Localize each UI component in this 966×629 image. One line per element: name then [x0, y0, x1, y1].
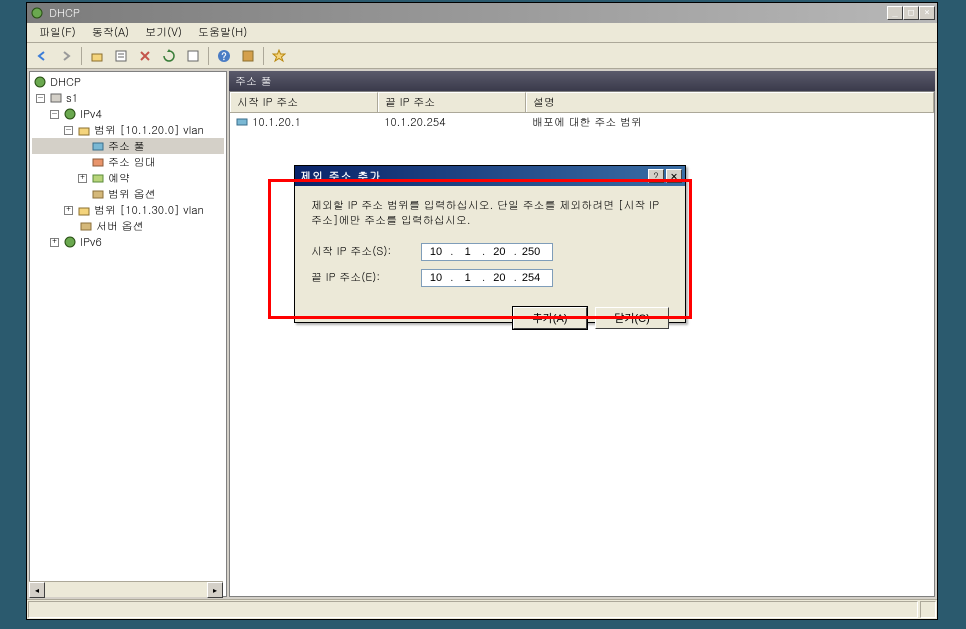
start-ip-octet2[interactable] [454, 244, 482, 260]
add-button[interactable]: 추가(A) [513, 307, 587, 329]
tree-ipv6[interactable]: + IPv6 [32, 234, 224, 250]
export-button[interactable] [182, 45, 204, 67]
cell-end-ip: 10.1.20.254 [378, 114, 526, 131]
scope-icon [76, 123, 92, 137]
cell-start-ip: 10.1.20.1 [252, 115, 301, 130]
expand-icon[interactable]: + [50, 238, 59, 247]
tree-server-options[interactable]: 서버 옵션 [32, 218, 224, 234]
dhcp-icon [32, 75, 48, 89]
toolbar: ? [27, 43, 937, 69]
start-ip-octet3[interactable] [485, 244, 513, 260]
star-button[interactable] [268, 45, 290, 67]
expand-icon[interactable]: + [78, 174, 87, 183]
svg-text:?: ? [221, 49, 226, 63]
end-ip-octet1[interactable] [422, 270, 450, 286]
menu-view[interactable]: 보기(V) [137, 23, 190, 42]
options-icon [90, 187, 106, 201]
server-icon [48, 91, 64, 105]
tree-pool[interactable]: 주소 풀 [32, 138, 224, 154]
start-ip-octet4[interactable] [517, 244, 545, 260]
tree-reservation[interactable]: + 예약 [32, 170, 224, 186]
status-cell [28, 601, 918, 618]
list-row[interactable]: 10.1.20.1 10.1.20.254 배포에 대한 주소 범위 [230, 113, 934, 132]
tree-scope1[interactable]: − 범위 [10.1.20.0] vlan [32, 122, 224, 138]
up-button[interactable] [86, 45, 108, 67]
server-options-icon [78, 219, 94, 233]
tree-options[interactable]: 범위 옵션 [32, 186, 224, 202]
dialog-title-bar[interactable]: 제외 주소 추가 ? × [295, 166, 685, 186]
list-header: 주소 풀 [229, 71, 935, 91]
ipv4-icon [62, 107, 78, 121]
end-ip-octet3[interactable] [485, 270, 513, 286]
menu-help[interactable]: 도움말(H) [190, 23, 255, 42]
reservation-icon [90, 171, 106, 185]
expand-icon[interactable]: + [64, 206, 73, 215]
dialog-close-button[interactable]: × [666, 169, 682, 183]
scroll-right[interactable]: ▸ [207, 582, 223, 597]
tree-scope2[interactable]: + 범위 [10.1.30.0] vlan [32, 202, 224, 218]
tree-server[interactable]: − s1 [32, 90, 224, 106]
end-ip-octet4[interactable] [517, 270, 545, 286]
add-exclusion-dialog: 제외 주소 추가 ? × 제외할 IP 주소 범위를 입력하십시오. 단일 주소… [294, 165, 686, 323]
start-ip-octet1[interactable] [422, 244, 450, 260]
lease-icon [90, 155, 106, 169]
start-ip-label: 시작 IP 주소(S): [311, 244, 421, 259]
app-icon [29, 5, 45, 21]
tree-lease[interactable]: 주소 임대 [32, 154, 224, 170]
col-desc[interactable]: 설명 [526, 92, 934, 112]
status-bar [27, 599, 937, 619]
refresh-button[interactable] [158, 45, 180, 67]
ipv6-icon [62, 235, 78, 249]
status-grip [920, 601, 936, 618]
pool-icon [90, 139, 106, 153]
properties-button[interactable] [110, 45, 132, 67]
close-button[interactable]: 닫기(C) [595, 307, 669, 329]
window-title: DHCP [49, 6, 887, 21]
cell-desc: 배포에 대한 주소 범위 [526, 114, 934, 131]
end-ip-label: 끝 IP 주소(E): [311, 270, 421, 285]
tree-view[interactable]: DHCP − s1 − IPv4 − 범위 [10.1.20.0] vlan 주… [29, 71, 227, 597]
menu-bar: 파일(F) 동작(A) 보기(V) 도움말(H) [27, 23, 937, 43]
tree-ipv4[interactable]: − IPv4 [32, 106, 224, 122]
menu-action[interactable]: 동작(A) [84, 23, 137, 42]
start-ip-input[interactable]: . . . [421, 243, 553, 261]
dialog-title: 제외 주소 추가 [298, 169, 648, 184]
scroll-track[interactable] [45, 582, 207, 597]
scope-icon [76, 203, 92, 217]
dialog-instruction: 제외할 IP 주소 범위를 입력하십시오. 단일 주소를 제외하려면 [시작 I… [311, 198, 669, 229]
help-button[interactable]: ? [213, 45, 235, 67]
minimize-button[interactable]: _ [887, 6, 903, 20]
forward-button[interactable] [55, 45, 77, 67]
delete-button[interactable] [134, 45, 156, 67]
back-button[interactable] [31, 45, 53, 67]
tree-root[interactable]: DHCP [32, 74, 224, 90]
title-bar[interactable]: DHCP _ □ × [27, 3, 937, 23]
collapse-icon[interactable]: − [50, 110, 59, 119]
end-ip-input[interactable]: . . . [421, 269, 553, 287]
end-ip-octet2[interactable] [454, 270, 482, 286]
menu-file[interactable]: 파일(F) [31, 23, 84, 42]
col-end-ip[interactable]: 끝 IP 주소 [378, 92, 526, 112]
collapse-icon[interactable]: − [64, 126, 73, 135]
range-icon [236, 116, 250, 130]
action-button[interactable] [237, 45, 259, 67]
scroll-left[interactable]: ◂ [29, 582, 45, 597]
col-start-ip[interactable]: 시작 IP 주소 [230, 92, 378, 112]
close-button[interactable]: × [919, 6, 935, 20]
collapse-icon[interactable]: − [36, 94, 45, 103]
dialog-help-button[interactable]: ? [648, 169, 664, 183]
maximize-button[interactable]: □ [903, 6, 919, 20]
